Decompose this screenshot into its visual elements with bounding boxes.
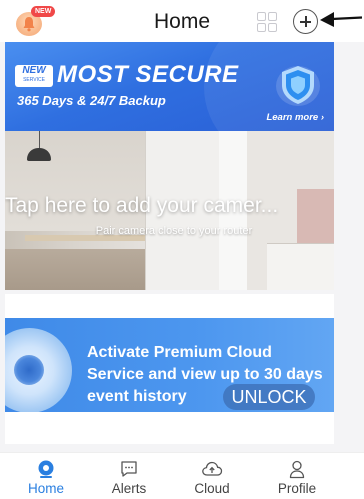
add-camera-subtitle: Pair camera close to your router [95,225,253,237]
cloud-promo-band: Activate Premium Cloud Service and view … [5,318,334,412]
promo-banner[interactable]: NEW SERVICE MOST SECURE 365 Days & 24/7 … [5,42,334,131]
alerts-chat-icon [89,457,169,481]
new-service-tag: NEW SERVICE [15,65,53,87]
nav-home[interactable]: Home [6,457,86,497]
arrow-left-icon [320,12,362,27]
shield-icon [276,66,320,106]
profile-icon [257,457,337,481]
camera-lens-icon [5,328,72,412]
add-camera-title: Tap here to add your camer... [5,194,279,217]
nav-cloud[interactable]: Cloud [172,457,252,497]
home-camera-icon [6,457,86,481]
nav-profile[interactable]: Profile [257,457,337,497]
add-camera-card[interactable]: Tap here to add your camer... Pair camer… [5,131,334,290]
promo-title: MOST SECURE [57,61,239,88]
learn-more-link[interactable]: Learn more › [266,112,324,123]
nav-cloud-label: Cloud [194,481,230,496]
lamp-image [27,148,51,161]
nav-profile-label: Profile [277,481,317,496]
grid-view-icon[interactable] [257,12,279,34]
bottom-nav: Home Alerts Cloud Profile [0,452,364,499]
unlock-button[interactable]: UNLOCK [223,384,315,410]
cloud-service-card[interactable]: Activate Premium Cloud Service and view … [5,294,334,444]
nav-alerts[interactable]: Alerts [89,457,169,497]
cloud-upload-icon [172,457,252,481]
top-bar: NEW Home [0,0,364,42]
nav-home-label: Home [27,481,64,496]
add-device-button[interactable] [293,9,318,34]
promo-subtitle: 365 Days & 24/7 Backup [17,93,166,108]
nav-alerts-label: Alerts [111,481,147,496]
